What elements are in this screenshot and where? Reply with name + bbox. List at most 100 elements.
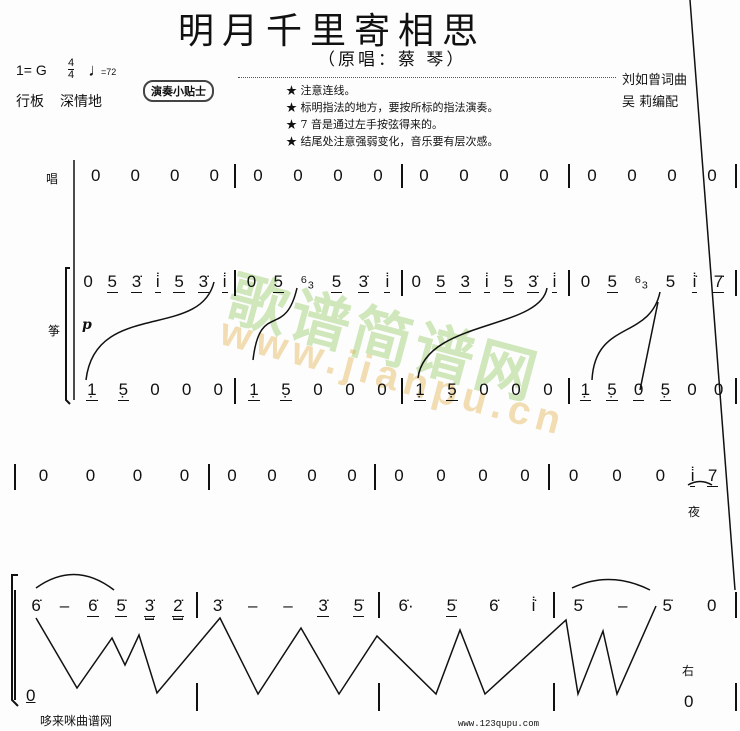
note: 0 [687, 380, 697, 399]
measure: 6̇· 5̇ 6̇ i̇̇ [382, 596, 552, 617]
measure: 6̇ –6̇ 5̇ 3̇ 2̇ [22, 596, 192, 617]
note: i̇ [221, 272, 228, 293]
measure: 1̣ 5̣ 0 5̣ 0 0 [572, 380, 732, 401]
note: 0 [479, 380, 489, 399]
slur [591, 291, 661, 381]
note: 0 [394, 466, 404, 485]
bar-line [196, 683, 198, 711]
measure: 0 0 0 0 [76, 166, 234, 186]
measure: 0 0 0 0 [572, 166, 732, 186]
bar-line [196, 592, 198, 618]
note: 0 [345, 380, 355, 399]
note: 0 [333, 166, 343, 185]
measure: i̇ 7 [684, 466, 724, 487]
note: 0 [713, 380, 724, 399]
slur [85, 281, 215, 381]
note: 3 [459, 272, 471, 293]
note: i̇̇ [531, 596, 536, 615]
bar-line [234, 164, 236, 188]
note: 5̇ [352, 596, 365, 617]
note: 3̇ [143, 596, 156, 617]
bar-line [568, 164, 570, 188]
note: 6̇· [398, 596, 414, 615]
bar-line [234, 270, 236, 296]
note: 3̇ [357, 272, 370, 293]
note: 0 [568, 466, 579, 485]
note: 0 [313, 380, 323, 399]
note: 6̇ [31, 596, 41, 615]
bar-line [208, 464, 210, 490]
note: 3̇ [317, 596, 329, 617]
measure: 0 5 ⁶₃ 5 i̇̇ 7̇ [572, 272, 732, 293]
bar-line [735, 164, 737, 188]
note: 7̇ [712, 272, 725, 293]
note: 0 [499, 166, 509, 185]
brace [65, 267, 71, 405]
note: 0 [539, 166, 549, 185]
note: 3̇ [197, 272, 210, 293]
note: 1̣ [248, 380, 260, 401]
bar-line [234, 378, 236, 404]
note: 0 [179, 466, 190, 485]
note: 0 [209, 166, 219, 185]
bar-line [553, 683, 555, 711]
note: 5̣ [280, 380, 292, 401]
note: – [618, 596, 628, 615]
note: 0 [411, 272, 421, 291]
note: 0 [85, 466, 96, 485]
slur [417, 287, 548, 379]
note: 0 [667, 166, 677, 185]
note: 0 [150, 380, 160, 399]
note: 3̇ [212, 596, 223, 615]
measure: 1̣ 5̣ 0 0 0 [76, 380, 234, 401]
note: – [283, 596, 293, 615]
note: i̇ [551, 272, 558, 293]
measure: 1̣ 5̣ 0 0 0 [238, 380, 398, 401]
note: 0 [373, 166, 383, 185]
measure: 0 0 0 0 [212, 466, 372, 486]
bar-line [14, 590, 16, 700]
score-lines [11, 0, 736, 707]
note: 5̣ [446, 380, 458, 401]
bar-line [378, 592, 380, 618]
measure: 5̇ – 5̇ 0 [556, 596, 734, 616]
note: i̇ [154, 272, 161, 293]
note: 2̇ [172, 596, 184, 617]
measure: 0 0 0 0 [378, 466, 546, 486]
note: 0 [632, 380, 645, 401]
note: 5 [434, 272, 447, 293]
bar-line [568, 270, 570, 296]
note: 5̣ [117, 380, 130, 401]
note: 0 [627, 166, 637, 185]
note: 0 [253, 166, 263, 185]
measure: 0 5 ⁶₃ 5 3̇ i̇ [238, 272, 398, 293]
note: 0 [293, 166, 303, 185]
bar-line [401, 378, 403, 404]
note: 0 [83, 272, 93, 291]
note: 5 [665, 272, 676, 291]
note: 0 [181, 380, 192, 399]
note: 0 [612, 466, 622, 485]
bar-line [401, 164, 403, 188]
measure: 0 0 0 0 [404, 166, 564, 186]
note: i̇̇ [691, 272, 698, 293]
note: i̇ [384, 272, 391, 293]
note: 5̇ [445, 596, 458, 617]
bar-line [735, 378, 737, 404]
note: 0 [511, 380, 521, 399]
note: 5 [272, 272, 285, 293]
bar-line [735, 592, 737, 618]
score-page: 歌谱简谱网 www.jianpu.cn 明月千里寄相思 （原唱：蔡 琴） 1= … [0, 0, 740, 731]
note: 0 [520, 466, 530, 485]
note: 3̇ [130, 272, 143, 293]
note: 6̇ [489, 596, 499, 615]
note: 0 [580, 272, 591, 291]
note: 0 [419, 166, 429, 185]
note: 5̇ [115, 596, 127, 617]
tie [35, 573, 115, 591]
note: i̇ [483, 272, 490, 293]
note: – [248, 596, 258, 615]
bar-line [378, 683, 380, 711]
note: 0 [377, 380, 387, 399]
measure: 0 0 0 [552, 466, 682, 486]
